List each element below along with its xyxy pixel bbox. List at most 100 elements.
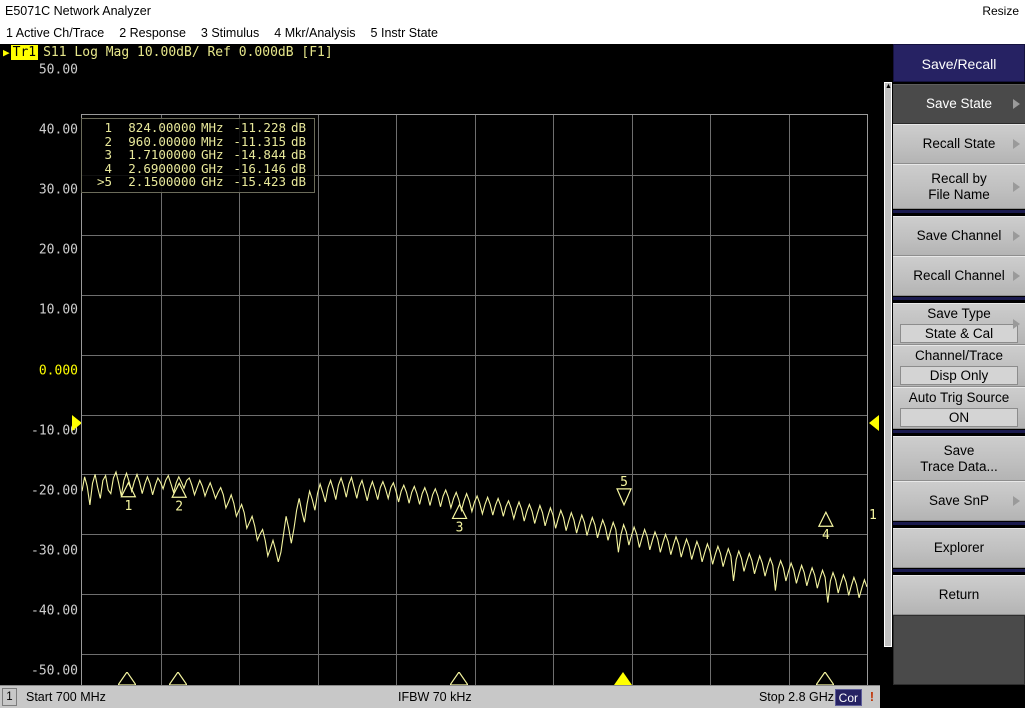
- softkey-scrollbar[interactable]: ▲: [884, 82, 892, 647]
- softkey-label-line-1: File Name: [928, 187, 990, 203]
- marker-5-unit: GHz: [196, 175, 230, 189]
- marker-2-freq: 960.00000: [112, 135, 196, 149]
- marker-readout-table: 1824.00000MHz-11.228dB2960.00000MHz-11.3…: [81, 118, 315, 193]
- trace-marker-5[interactable]: 5: [617, 475, 631, 505]
- menu-item-1[interactable]: 2 Response: [119, 22, 195, 44]
- softkey-label-line-0: Explorer: [934, 540, 984, 556]
- trace-marker-4[interactable]: 4: [819, 512, 833, 543]
- marker-2-db: dB: [286, 135, 310, 149]
- svg-text:4: 4: [822, 528, 830, 543]
- softkey-label-line-0: Save State: [926, 96, 992, 112]
- softkey-value[interactable]: State & Cal: [900, 324, 1018, 343]
- softkey-label-line-0: Auto Trig Source: [909, 390, 1010, 406]
- marker-3-sel: 3: [84, 148, 112, 162]
- softkey-explorer[interactable]: Explorer: [893, 528, 1025, 568]
- stimulus-marker-5-icon[interactable]: [614, 672, 632, 685]
- softkey-save-snp[interactable]: Save SnP: [893, 481, 1025, 521]
- chevron-right-icon: [1013, 139, 1020, 149]
- marker-5-value: -15.423: [230, 175, 286, 189]
- marker-5-db: dB: [286, 175, 310, 189]
- softkey-label-line-0: Recall Channel: [913, 268, 1005, 284]
- svg-text:2: 2: [175, 499, 183, 514]
- menu-item-4[interactable]: 5 Instr State: [371, 22, 447, 44]
- stimulus-marker-3-icon[interactable]: [450, 672, 468, 685]
- softkey-separator: [893, 209, 1025, 214]
- marker-2-value: -11.315: [230, 135, 286, 149]
- softkey-label-line-1: Trace Data...: [920, 459, 998, 475]
- softkey-save-state[interactable]: Save State: [893, 84, 1025, 124]
- marker-4-value: -16.146: [230, 162, 286, 176]
- chevron-right-icon: [1013, 319, 1020, 329]
- menu-item-2[interactable]: 3 Stimulus: [201, 22, 268, 44]
- chevron-right-icon: [1013, 231, 1020, 241]
- marker-3-freq: 1.7100000: [112, 148, 196, 162]
- resize-button[interactable]: Resize: [982, 0, 1019, 22]
- status-stop-frequency[interactable]: Stop 2.8 GHz: [759, 686, 834, 708]
- softkey-recall-state[interactable]: Recall State: [893, 124, 1025, 164]
- y-axis-tick-1: 40.00: [6, 123, 78, 138]
- softkey-channel-trace[interactable]: Channel/Trace Disp Only: [893, 345, 1025, 387]
- softkey-label-line-0: Channel/Trace: [915, 348, 1003, 364]
- softkey-value[interactable]: ON: [900, 408, 1018, 427]
- softkey-panel: ▲ Save/Recall Save State Recall State Reca…: [880, 44, 1025, 685]
- chevron-right-icon: [1013, 99, 1020, 109]
- status-correction-badge[interactable]: Cor: [835, 689, 862, 706]
- softkey-label: Save Channel: [917, 228, 1002, 244]
- softkey-separator: [893, 296, 1025, 301]
- marker-1-value: -11.228: [230, 121, 286, 135]
- marker-row-1[interactable]: 1824.00000MHz-11.228dB: [84, 121, 310, 135]
- softkey-label-line-0: Save Type: [927, 306, 991, 322]
- marker-4-sel: 4: [84, 162, 112, 176]
- chevron-right-icon: [1013, 496, 1020, 506]
- status-bar: 1 Start 700 MHz IFBW 70 kHz Stop 2.8 GHz…: [0, 685, 880, 708]
- marker-row-4[interactable]: 42.6900000GHz-16.146dB: [84, 162, 310, 176]
- softkey-panel-title: Save/Recall: [893, 44, 1025, 82]
- softkey-return[interactable]: Return: [893, 575, 1025, 615]
- status-bar-filler: [880, 685, 1025, 708]
- softkey-value[interactable]: Disp Only: [900, 366, 1018, 385]
- app-title: E5071C Network Analyzer: [5, 0, 151, 22]
- softkey-separator: [893, 429, 1025, 434]
- marker-2-sel: 2: [84, 135, 112, 149]
- softkey-label-line-0: Recall State: [923, 136, 996, 152]
- app-window: E5071C Network Analyzer Resize 1 Active …: [0, 0, 1025, 708]
- y-axis-labels: 50.0040.0030.0020.0010.000.000-10.00-20.…: [0, 44, 78, 685]
- marker-row-2[interactable]: 2960.00000MHz-11.315dB: [84, 135, 310, 149]
- marker-3-unit: GHz: [196, 148, 230, 162]
- softkey-label-line-0: Save: [920, 443, 998, 459]
- y-axis-tick-8: -30.00: [6, 543, 78, 558]
- reference-marker-right-icon[interactable]: [869, 415, 879, 431]
- y-axis-tick-5: 0.000: [6, 363, 78, 378]
- softkey-label: Recall Channel: [913, 268, 1005, 284]
- stimulus-marker-2-icon[interactable]: [169, 672, 187, 685]
- marker-1-freq: 824.00000: [112, 121, 196, 135]
- y-axis-tick-6: -10.00: [6, 423, 78, 438]
- softkey-save-type[interactable]: Save Type State & Cal: [893, 303, 1025, 345]
- stimulus-marker-4-icon[interactable]: [816, 672, 834, 685]
- marker-row-3[interactable]: 31.7100000GHz-14.844dB: [84, 148, 310, 162]
- softkey-auto-trig-source[interactable]: Auto Trig Source ON: [893, 387, 1025, 429]
- stimulus-marker-1-icon[interactable]: [118, 672, 136, 685]
- marker-5-freq: 2.1500000: [112, 175, 196, 189]
- trace-plot-area[interactable]: 12345: [81, 114, 868, 685]
- status-channel-number[interactable]: 1: [2, 688, 17, 706]
- trace-marker-3[interactable]: 3: [453, 504, 467, 535]
- trace-status-line[interactable]: ▶Tr1S11 Log Mag 10.00dB/ Ref 0.000dB [F1…: [0, 44, 880, 61]
- softkey-label: SaveTrace Data...: [920, 443, 998, 475]
- svg-text:1: 1: [124, 499, 132, 514]
- marker-4-db: dB: [286, 162, 310, 176]
- softkey-empty-area: [893, 615, 1025, 685]
- scroll-up-icon[interactable]: ▲: [885, 83, 891, 91]
- softkey-save-channel[interactable]: Save Channel: [893, 216, 1025, 256]
- marker-row-5[interactable]: >52.1500000GHz-15.423dB: [84, 175, 310, 189]
- instrument-display: ▶Tr1S11 Log Mag 10.00dB/ Ref 0.000dB [F1…: [0, 44, 880, 685]
- softkey-recall-channel[interactable]: Recall Channel: [893, 256, 1025, 296]
- status-start-frequency[interactable]: Start 700 MHz: [26, 686, 106, 708]
- softkey-save-trace-data[interactable]: SaveTrace Data...: [893, 436, 1025, 481]
- menu-item-0[interactable]: 1 Active Ch/Trace: [6, 22, 113, 44]
- softkey-recall-by-file-name[interactable]: Recall byFile Name: [893, 164, 1025, 209]
- status-ifbw[interactable]: IFBW 70 kHz: [398, 686, 472, 708]
- softkey-label-line-0: Recall by: [928, 171, 990, 187]
- menu-item-3[interactable]: 4 Mkr/Analysis: [274, 22, 364, 44]
- y-axis-tick-7: -20.00: [6, 483, 78, 498]
